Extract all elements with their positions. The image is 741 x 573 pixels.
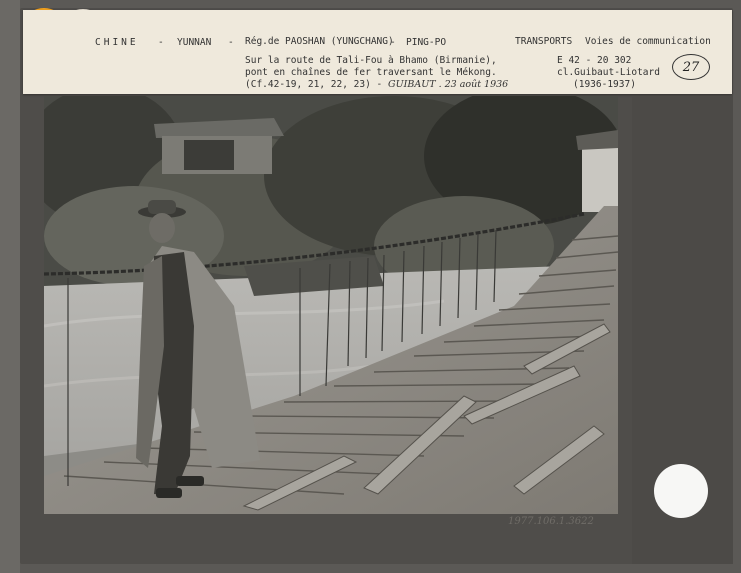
caption-line-1: Sur la route de Tali-Fou à Bhamo (Birman… bbox=[245, 55, 497, 66]
item-number: 27 bbox=[672, 54, 710, 80]
label-place: PING-PO bbox=[406, 37, 447, 48]
label-subcategory: Voies de communication bbox=[585, 36, 711, 47]
label-region: Rég.de PAOSHAN (YUNGCHANG) bbox=[245, 36, 394, 47]
label-country: CHINE bbox=[95, 37, 139, 48]
pencil-inventory-number: 1977.106.1.3622 bbox=[508, 516, 594, 527]
years: (1936-1937) bbox=[573, 79, 636, 90]
caption-crossref: (Cf.42-19, 21, 22, 23) - bbox=[245, 79, 383, 90]
ref-code: E 42 - 20 302 bbox=[557, 55, 632, 66]
label-sep: - bbox=[390, 37, 396, 48]
catalog-label: CHINE - YUNNAN - Rég.de PAOSHAN (YUNGCHA… bbox=[23, 10, 732, 94]
label-province: YUNNAN bbox=[177, 37, 212, 48]
label-sep: - bbox=[158, 37, 164, 48]
label-category: TRANSPORTS bbox=[515, 36, 573, 47]
label-sep: - bbox=[228, 37, 234, 48]
mount-edge bbox=[0, 0, 20, 573]
caption-line-3: (Cf.42-19, 21, 22, 23) - GUIBAUT . 23 ao… bbox=[245, 79, 508, 91]
collection: cl.Guibaut-Liotard bbox=[557, 67, 660, 78]
handwritten-note: GUIBAUT . 23 août 1936 bbox=[388, 79, 509, 90]
white-sticker bbox=[654, 464, 708, 518]
photograph bbox=[44, 96, 618, 514]
caption-line-2: pont en chaînes de fer traversant le Mék… bbox=[245, 67, 497, 78]
photo-image bbox=[44, 96, 618, 514]
